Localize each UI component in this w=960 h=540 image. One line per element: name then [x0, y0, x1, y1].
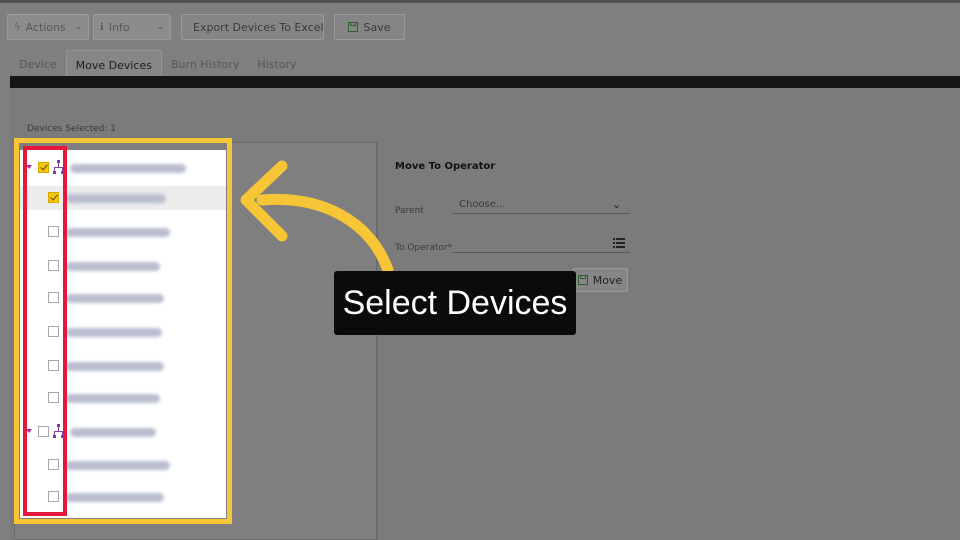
callout-label: Select Devices	[334, 271, 576, 335]
callout-arrow	[240, 160, 394, 276]
